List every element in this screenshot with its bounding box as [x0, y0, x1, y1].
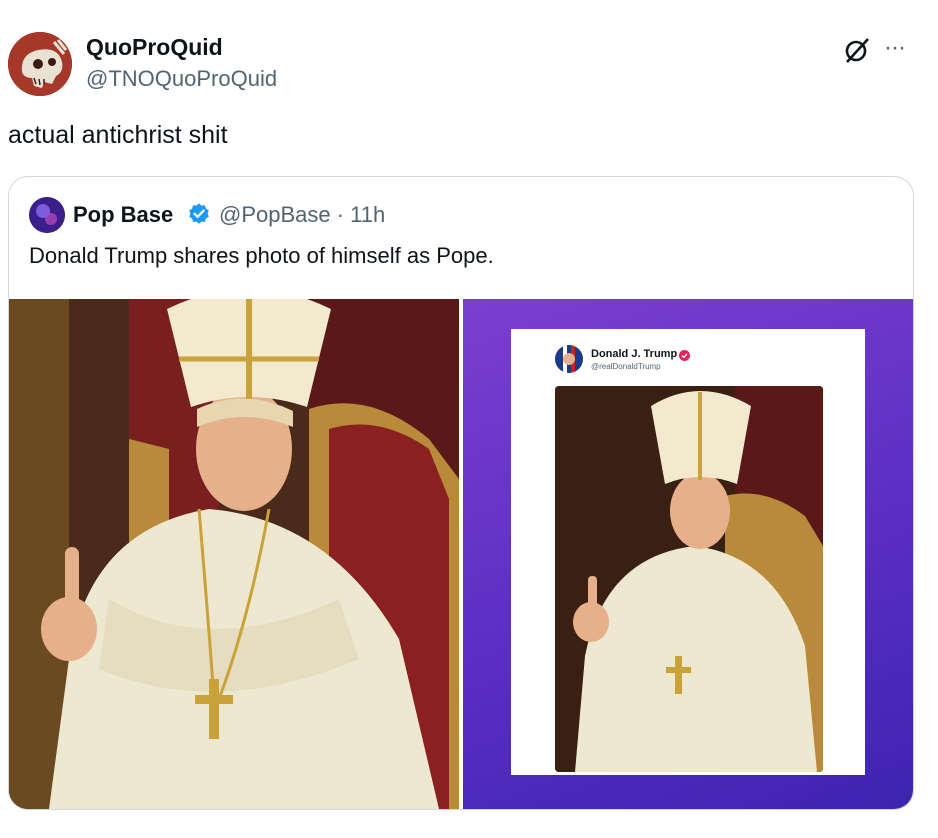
embedded-post-card: Donald J. Trump @realDonaldTrump	[511, 329, 865, 775]
skull-avatar-image	[8, 32, 72, 96]
quote-text: Donald Trump shares photo of himself as …	[29, 243, 494, 268]
grok-icon[interactable]	[842, 35, 872, 65]
quote-handle-and-time[interactable]: @PopBase · 11h	[219, 202, 385, 228]
embedded-post-avatar	[555, 345, 583, 373]
embedded-post-photo	[555, 386, 823, 772]
quote-author-avatar[interactable]	[29, 197, 65, 233]
verified-badge-icon	[187, 202, 211, 226]
author-avatar[interactable]	[8, 32, 72, 96]
author-display-name[interactable]: QuoProQuid	[86, 34, 223, 61]
embedded-post-display-name: Donald J. Trump	[591, 348, 678, 360]
more-options-icon[interactable]: ···	[884, 34, 906, 62]
tweet-text: actual antichrist shit	[8, 121, 228, 149]
quote-display-name[interactable]: Pop Base	[73, 202, 173, 228]
media-image-truth-post-screenshot[interactable]: Donald J. Trump @realDonaldTrump	[463, 299, 913, 809]
author-handle[interactable]: @TNOQuoProQuid	[86, 66, 277, 92]
quoted-post-card[interactable]: Pop Base @PopBase · 11h Donald Trump sha…	[8, 176, 914, 810]
embedded-post-handle: @realDonaldTrump	[591, 362, 661, 371]
embedded-verified-badge-icon	[679, 348, 690, 361]
media-image-pope-portrait[interactable]	[9, 299, 459, 809]
